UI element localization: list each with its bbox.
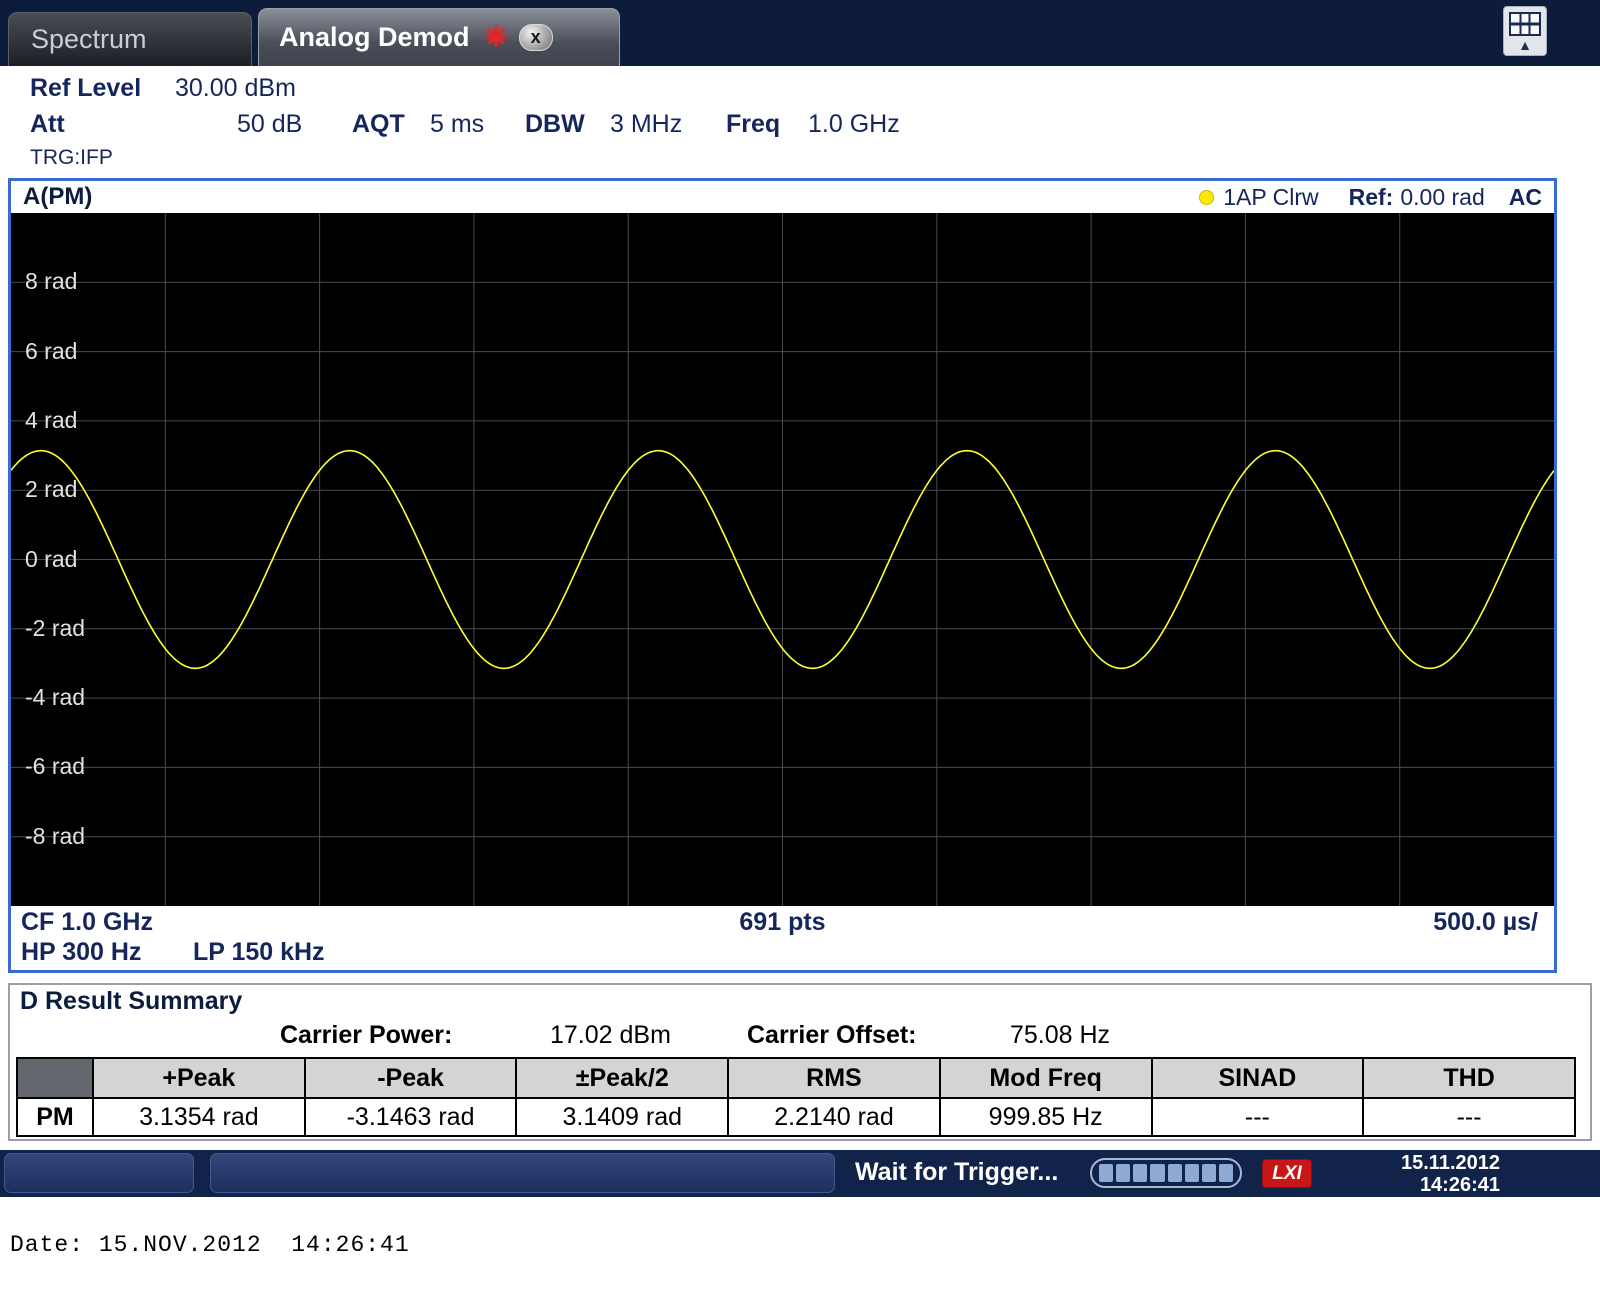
chart-plot-area[interactable]: 8 rad 6 rad 4 rad 2 rad 0 rad -2 rad -4 rad -6 … [11,213,1554,906]
progress-segment [1150,1164,1164,1182]
points-count: 691 pts [11,908,1554,937]
progress-segment [1185,1164,1199,1182]
summary-column-header: RMS [728,1058,940,1098]
y-axis-tick-label: 6 rad [25,337,77,366]
progress-segment [1116,1164,1130,1182]
att-value[interactable]: 50 dB [237,110,302,139]
trace-legend: 1AP Clrw Ref: 0.00 rad AC [1199,184,1542,211]
chart-footer-row2: HP 300 Hz LP 150 kHz [11,938,1554,970]
softkey-placeholder-1[interactable] [4,1153,194,1193]
summary-column-header: +Peak [93,1058,305,1098]
aqt-label: AQT [352,110,405,139]
trace-name: 1AP Clrw [1223,184,1318,211]
table-corner-cell [17,1058,93,1098]
triangle-up-icon: ▲ [1504,36,1546,54]
carrier-power-value: 17.02 dBm [550,1021,671,1050]
freq-value[interactable]: 1.0 GHz [808,110,900,139]
status-time: 14:26:41 [1401,1174,1500,1196]
progress-segment [1219,1164,1233,1182]
summary-column-header: -Peak [305,1058,517,1098]
measurement-window[interactable]: A(PM) 1AP Clrw Ref: 0.00 rad AC 8 rad 6 r… [8,178,1557,973]
y-axis-tick-label: 0 rad [25,545,77,574]
carrier-power-label: Carrier Power: [280,1021,452,1050]
acquisition-progress-bar [1090,1158,1242,1188]
chart-titlebar: A(PM) 1AP Clrw Ref: 0.00 rad AC [11,181,1554,213]
ref-level-label: Ref Level [30,74,141,103]
progress-segment [1202,1164,1216,1182]
row-label-pm: PM [17,1098,93,1136]
y-axis-tick-label: -4 rad [25,683,85,712]
datetime-display: 15.11.2012 14:26:41 [1401,1152,1500,1196]
status-bar: Wait for Trigger... LXI 15.11.2012 14:26… [0,1150,1600,1197]
summary-value-cell: 2.2140 rad [728,1098,940,1136]
summary-value-cell: --- [1363,1098,1575,1136]
unsaved-star-icon: ✷ [484,23,509,53]
display-update-button[interactable]: ▲ [1503,6,1547,56]
summary-column-header: ±Peak/2 [516,1058,728,1098]
softkey-placeholder-2[interactable] [210,1153,835,1193]
ref-value: 0.00 rad [1400,184,1484,211]
ref-level-value[interactable]: 30.00 dBm [175,74,296,103]
instrument-screen: Spectrum Analog Demod ✷ x ▲ Ref Level 30… [0,0,1600,1316]
freq-label: Freq [726,110,780,139]
status-date: 15.11.2012 [1401,1152,1500,1174]
display-grid-icon [1509,12,1541,36]
progress-segment [1133,1164,1147,1182]
highpass-filter[interactable]: HP 300 Hz [21,938,141,967]
summary-column-header: THD [1363,1058,1575,1098]
tab-spectrum-label: Spectrum [31,24,147,55]
waveform-plot [11,213,1554,906]
summary-value-cell: --- [1152,1098,1364,1136]
status-message: Wait for Trigger... [855,1158,1058,1187]
progress-segment [1099,1164,1113,1182]
carrier-info-row: Carrier Power: 17.02 dBm Carrier Offset:… [10,1021,1590,1053]
lxi-indicator-icon: LXI [1262,1159,1312,1188]
summary-value-cell: 999.85 Hz [940,1098,1152,1136]
y-axis-tick-label: 4 rad [25,406,77,435]
trigger-status: TRG:IFP [30,146,113,170]
y-axis-tick-label: -2 rad [25,614,85,643]
att-label: Att [30,110,65,139]
aqt-value[interactable]: 5 ms [430,110,484,139]
tab-spectrum[interactable]: Spectrum [8,12,252,66]
coupling-indicator: AC [1509,184,1542,211]
tab-analog-demod-label: Analog Demod [279,22,470,53]
y-axis-tick-label: 8 rad [25,267,77,296]
y-axis-tick-label: -8 rad [25,822,85,851]
close-tab-icon[interactable]: x [519,24,553,51]
summary-column-header: Mod Freq [940,1058,1152,1098]
time-scale[interactable]: 500.0 µs/ [1433,908,1538,937]
summary-value-cell: 3.1409 rad [516,1098,728,1136]
result-summary-title: D Result Summary [20,987,242,1016]
top-tab-bar: Spectrum Analog Demod ✷ x ▲ [0,0,1600,66]
lowpass-filter[interactable]: LP 150 kHz [193,938,325,967]
y-axis-tick-label: -6 rad [25,752,85,781]
settings-header: Ref Level 30.00 dBm Att 50 dB AQT 5 ms D… [0,66,1600,178]
chart-footer-row1: CF 1.0 GHz 691 pts 500.0 µs/ [11,906,1554,938]
hardcopy-date-line: Date: 15.NOV.2012 14:26:41 [10,1232,410,1258]
progress-segment [1168,1164,1182,1182]
y-axis-tick-label: 2 rad [25,475,77,504]
ref-label: Ref: [1349,184,1394,211]
dbw-label: DBW [525,110,585,139]
carrier-offset-label: Carrier Offset: [747,1021,917,1050]
tab-analog-demod[interactable]: Analog Demod ✷ x [258,8,620,66]
summary-column-header: SINAD [1152,1058,1364,1098]
carrier-offset-value: 75.08 Hz [1010,1021,1110,1050]
summary-value-cell: -3.1463 rad [305,1098,517,1136]
result-summary-window[interactable]: D Result Summary Carrier Power: 17.02 dB… [8,983,1592,1141]
summary-value-cell: 3.1354 rad [93,1098,305,1136]
trace-marker-icon [1199,190,1214,205]
dbw-value[interactable]: 3 MHz [610,110,682,139]
chart-title: A(PM) [23,183,92,211]
result-summary-table: +Peak-Peak±Peak/2RMSMod FreqSINADTHD PM … [16,1057,1576,1137]
